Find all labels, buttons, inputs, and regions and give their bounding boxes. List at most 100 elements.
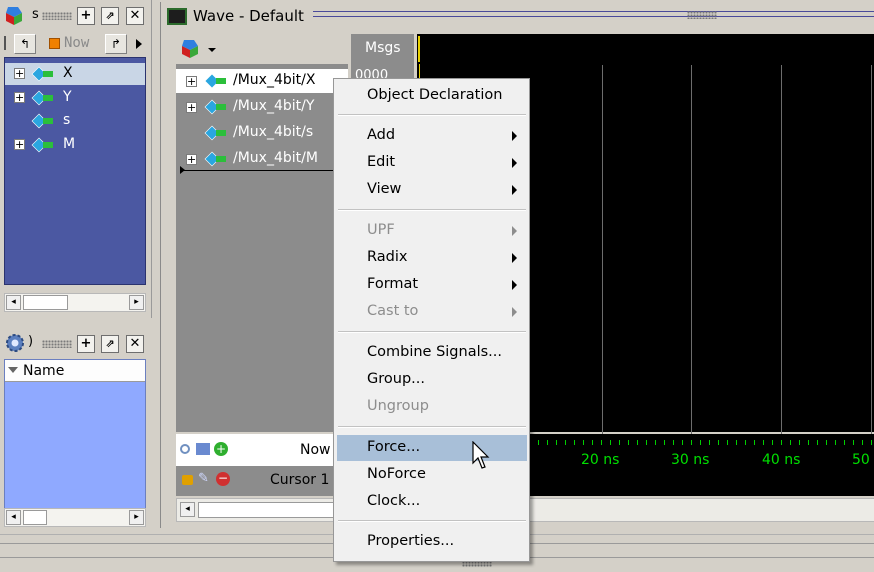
expand-icon[interactable]: + — [14, 92, 25, 103]
submenu-arrow-icon — [512, 253, 517, 263]
scroll-left-button[interactable]: ◂ — [6, 295, 21, 310]
menu-item-radix[interactable]: Radix — [337, 245, 527, 271]
time-tick — [664, 440, 665, 445]
menu-item-clock[interactable]: Clock... — [337, 489, 527, 515]
time-tick — [673, 440, 674, 445]
processes-add-button[interactable]: + — [77, 335, 95, 353]
now-button-label[interactable]: Now — [64, 35, 89, 51]
objects-close-button[interactable]: ✕ — [126, 7, 144, 25]
dropdown-arrow-icon[interactable] — [208, 48, 216, 52]
time-label: 30 ns — [671, 452, 710, 468]
objects-add-button[interactable]: + — [77, 7, 95, 25]
processes-close-button[interactable]: ✕ — [126, 335, 144, 353]
title-rule — [313, 11, 874, 17]
wave-signal-row[interactable]: + /Mux_4bit/M — [176, 147, 348, 171]
expand-icon[interactable]: + — [186, 76, 197, 87]
lock-icon[interactable] — [182, 475, 193, 485]
time-tick — [646, 440, 647, 445]
now-label: Now — [300, 442, 331, 458]
expand-icon[interactable]: + — [186, 102, 197, 113]
stop-icon[interactable] — [49, 38, 60, 49]
menu-item-label: Radix — [367, 249, 408, 265]
expand-icon[interactable]: + — [186, 154, 197, 165]
processes-undock-button[interactable]: ⇗ — [101, 335, 119, 353]
submenu-arrow-icon — [512, 131, 517, 141]
filter-icon[interactable] — [4, 36, 10, 50]
time-label: 20 ns — [581, 452, 620, 468]
add-wave-icon[interactable] — [180, 38, 204, 60]
menu-item-format[interactable]: Format — [337, 272, 527, 298]
expand-icon[interactable]: + — [14, 68, 25, 79]
time-tick — [583, 440, 584, 445]
menu-item-group[interactable]: Group... — [337, 367, 527, 393]
time-tick — [736, 440, 737, 445]
menu-item-edit[interactable]: Edit — [337, 150, 527, 176]
scroll-thumb[interactable] — [198, 502, 338, 518]
toolbar-more-arrow[interactable] — [136, 39, 142, 49]
menu-item-properties[interactable]: Properties... — [337, 529, 527, 555]
wrench-icon[interactable]: ✎ — [198, 472, 212, 486]
processes-title-fragment: ) — [28, 334, 34, 349]
msgs-column-header[interactable]: Msgs — [351, 34, 414, 64]
cursor-label: Cursor 1 — [270, 472, 330, 488]
time-tick — [835, 440, 836, 445]
menu-item-object-declaration[interactable]: Object Declaration — [337, 83, 527, 109]
menu-item-force[interactable]: Force... — [337, 435, 527, 461]
signal-icon — [31, 113, 55, 129]
object-item[interactable]: s — [5, 110, 145, 132]
menu-item-view[interactable]: View — [337, 177, 527, 203]
menu-separator — [338, 520, 526, 522]
object-item[interactable]: + M — [5, 134, 145, 156]
wave-signal-label: /Mux_4bit/X — [233, 72, 316, 88]
objects-toolbar: ↰ Now ↱ — [2, 32, 150, 56]
object-item[interactable]: + Y — [5, 87, 145, 109]
add-cursor-icon[interactable]: + — [214, 442, 228, 456]
menu-item-combine-signals[interactable]: Combine Signals... — [337, 340, 527, 366]
menu-item-label: Edit — [367, 154, 396, 170]
object-item-label: M — [63, 136, 76, 152]
wave-signal-row[interactable]: /Mux_4bit/s — [176, 121, 348, 145]
wave-signal-row[interactable]: + /Mux_4bit/X — [176, 69, 348, 93]
time-tick — [853, 440, 854, 445]
submenu-arrow-icon — [512, 158, 517, 168]
processes-hscrollbar[interactable]: ◂ ▸ — [4, 508, 146, 527]
wave-signal-row[interactable]: + /Mux_4bit/Y — [176, 95, 348, 119]
object-item-label: Y — [63, 89, 72, 105]
wave-title: Wave - Default — [193, 7, 304, 25]
step-forward-button[interactable]: ↱ — [105, 34, 127, 54]
scroll-right-button[interactable]: ▸ — [129, 295, 144, 310]
objects-drag-handle[interactable] — [42, 12, 72, 20]
submenu-arrow-icon — [512, 226, 517, 236]
cursor-marker[interactable] — [418, 36, 420, 62]
signal-icon — [31, 137, 55, 153]
scroll-right-button[interactable]: ▸ — [129, 510, 144, 525]
step-back-button[interactable]: ↰ — [14, 34, 36, 54]
processes-list: Name — [4, 359, 146, 527]
name-column-header[interactable]: Name — [5, 360, 145, 382]
scroll-left-button[interactable]: ◂ — [180, 502, 195, 517]
edit-icon[interactable] — [196, 443, 210, 455]
menu-item-label: Cast to — [367, 303, 419, 319]
gridline — [691, 65, 692, 434]
menu-item-noforce[interactable]: NoForce — [337, 462, 527, 488]
remove-cursor-icon[interactable]: − — [216, 472, 230, 486]
processes-drag-handle[interactable] — [42, 340, 72, 348]
menu-item-label: View — [367, 181, 402, 197]
zoom-icon[interactable] — [180, 444, 190, 454]
time-tick — [817, 440, 818, 445]
object-item-label: X — [63, 65, 73, 81]
menu-item-add[interactable]: Add — [337, 123, 527, 149]
scroll-thumb[interactable] — [23, 295, 68, 310]
menu-item-label: Combine Signals... — [367, 344, 502, 360]
objects-undock-button[interactable]: ⇗ — [101, 7, 119, 25]
expand-icon[interactable]: + — [14, 139, 25, 150]
wave-titlebar[interactable]: Wave - Default — [161, 2, 874, 30]
scroll-left-button[interactable]: ◂ — [6, 510, 21, 525]
wave-drag-handle[interactable] — [687, 11, 717, 19]
objects-hscrollbar[interactable]: ◂ ▸ — [4, 293, 146, 312]
scroll-thumb[interactable] — [23, 510, 47, 525]
sort-arrow-icon[interactable] — [8, 367, 18, 373]
processes-titlebar: ) + ⇗ ✕ — [2, 330, 150, 356]
object-item[interactable]: + X — [5, 63, 145, 85]
wave-header-black — [417, 34, 874, 64]
